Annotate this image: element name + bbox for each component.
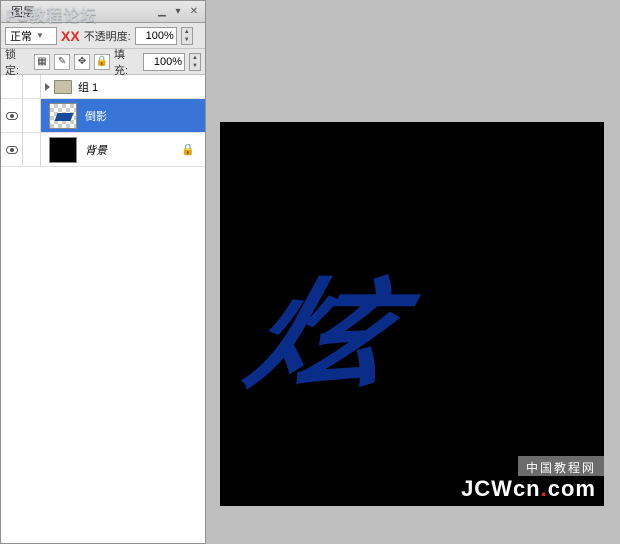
canvas: 炫 中国教程网 JCWcn.com	[220, 122, 604, 506]
minimize-icon[interactable]: ▁	[155, 6, 169, 18]
watermark-url-prefix: JCWcn	[461, 476, 541, 501]
layer-group-row[interactable]: 组 1	[1, 75, 205, 99]
watermark-url: JCWcn.com	[461, 476, 596, 502]
layer-thumbnail[interactable]	[49, 137, 77, 163]
collapse-icon[interactable]: ▾	[171, 6, 185, 18]
layer-thumbnail[interactable]	[49, 103, 77, 129]
forum-overlay-title: PS教程论坛	[6, 2, 97, 26]
group-expand-arrow-icon[interactable]	[45, 83, 50, 91]
lock-icon: 🔒	[181, 143, 195, 156]
lock-fill-row: 锁定: ▦ ✎ ✥ 🔒 填充: 100% ▲▼	[1, 49, 205, 75]
opacity-stepper[interactable]: ▲▼	[181, 27, 193, 45]
group-visibility-toggle[interactable]	[1, 75, 23, 98]
layer-row-reflection[interactable]: 倒影	[1, 99, 205, 133]
opacity-label: 不透明度:	[84, 28, 131, 44]
lock-label: 锁定:	[5, 46, 30, 78]
lock-all-icon[interactable]: 🔒	[94, 54, 110, 70]
fill-input[interactable]: 100%	[143, 53, 185, 71]
layer-list: 组 1 倒影 背景 🔒	[1, 75, 205, 543]
layer-visibility-toggle[interactable]	[1, 133, 23, 166]
lock-icon-group: ▦ ✎ ✥ 🔒	[34, 54, 110, 70]
canvas-text-glyph: 炫	[241, 240, 595, 376]
panel-window-controls: ▁ ▾ ✕	[155, 6, 201, 18]
close-icon[interactable]: ✕	[187, 6, 201, 18]
layer-name-label: 背景	[85, 142, 107, 158]
watermark-label: 中国教程网	[518, 456, 604, 476]
lock-paint-icon[interactable]: ✎	[54, 54, 70, 70]
blend-mode-value: 正常	[10, 28, 32, 44]
layers-panel: 图层 ▁ ▾ ✕ 正常 ▼ XX 不透明度: 100% ▲▼ 锁定: ▦ ✎ ✥…	[0, 0, 206, 544]
xx-marker: XX	[61, 28, 80, 44]
folder-icon	[54, 80, 72, 94]
group-name: 组 1	[78, 79, 98, 95]
layer-row-background[interactable]: 背景 🔒	[1, 133, 205, 167]
eye-icon	[6, 146, 18, 154]
watermark-dot: .	[541, 476, 548, 501]
watermark-url-suffix: com	[548, 476, 596, 501]
layer-visibility-toggle[interactable]	[1, 99, 23, 132]
lock-transparency-icon[interactable]: ▦	[34, 54, 50, 70]
chevron-down-icon: ▼	[36, 31, 44, 40]
layer-link-col	[23, 99, 41, 132]
blend-mode-dropdown[interactable]: 正常 ▼	[5, 27, 57, 45]
layer-link-col	[23, 133, 41, 166]
layer-name-label: 倒影	[85, 108, 107, 124]
eye-icon	[6, 112, 18, 120]
group-link-col	[23, 75, 41, 98]
fill-stepper[interactable]: ▲▼	[189, 53, 201, 71]
lock-move-icon[interactable]: ✥	[74, 54, 90, 70]
blend-opacity-row: 正常 ▼ XX 不透明度: 100% ▲▼	[1, 23, 205, 49]
fill-label: 填充:	[114, 46, 139, 78]
opacity-input[interactable]: 100%	[135, 27, 177, 45]
